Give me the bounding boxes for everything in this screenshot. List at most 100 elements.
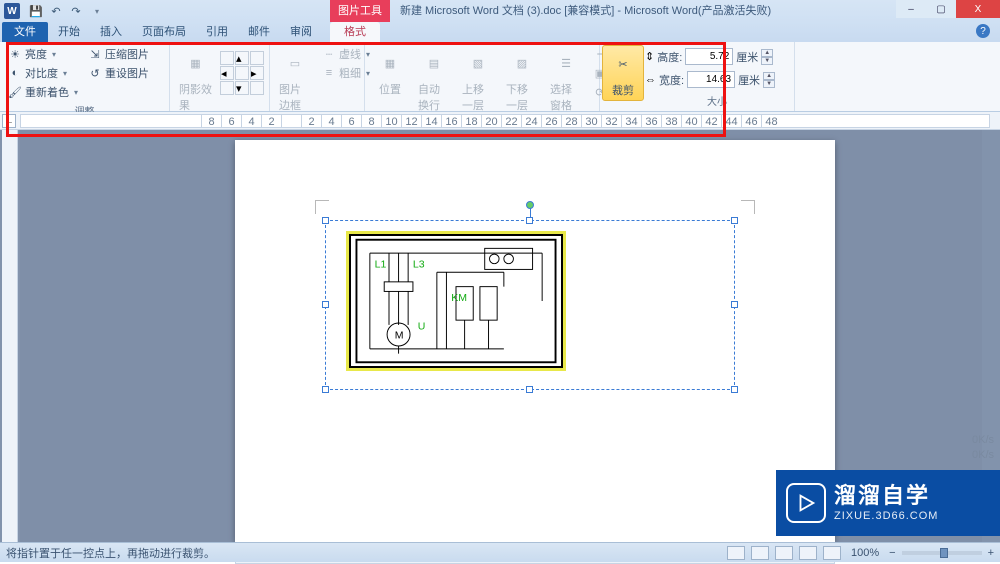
quick-access-toolbar: 💾 ↶ ↷	[24, 3, 108, 19]
ribbon-group-border: ▭ 图片边框 ┄虚线 ≡粗细 边框	[270, 42, 365, 111]
horizontal-ruler-bar: ∟ 86422468101214161820222426283032343638…	[0, 112, 1000, 130]
ruler-tick: 4	[321, 115, 341, 128]
watermark-logo-icon	[786, 483, 826, 523]
backward-icon: ▨	[506, 47, 538, 79]
resize-handle-b[interactable]	[526, 386, 533, 393]
ruler-tick: 2	[301, 115, 321, 128]
window-minimize-button[interactable]: –	[896, 0, 926, 18]
wrap-text-button[interactable]: ▤自动换行	[414, 45, 454, 115]
tab-review[interactable]: 审阅	[280, 22, 322, 42]
zoom-out-button[interactable]: −	[889, 547, 895, 559]
resize-handle-t[interactable]	[526, 217, 533, 224]
width-icon: ⇔	[645, 74, 656, 86]
position-icon: ▦	[374, 47, 406, 79]
rotate-handle[interactable]	[526, 201, 534, 209]
tab-stop-selector[interactable]: ∟	[2, 114, 16, 128]
crop-button[interactable]: ✂ 裁剪	[602, 45, 644, 101]
embedded-picture[interactable]: M L1L3 UKM	[346, 231, 566, 371]
send-backward-button[interactable]: ▨下移一层	[502, 45, 542, 115]
ruler-tick: 24	[521, 115, 541, 128]
wrap-label: 自动换行	[418, 81, 450, 113]
view-outline-button[interactable]	[799, 546, 817, 560]
qat-redo-button[interactable]: ↷	[68, 3, 84, 19]
picture-tools-contextual-tab: 图片工具	[330, 0, 390, 22]
compress-pictures-button[interactable]: ⇲压缩图片	[85, 45, 152, 63]
svg-text:KM: KM	[451, 292, 467, 304]
resize-handle-tl[interactable]	[322, 217, 329, 224]
horizontal-ruler[interactable]: 8642246810121416182022242628303234363840…	[20, 114, 990, 128]
selection-pane-button[interactable]: ☰选择窗格	[546, 45, 586, 115]
height-step-up[interactable]: ▲	[761, 49, 773, 57]
window-maximize-button[interactable]: ▢	[926, 0, 956, 18]
width-input[interactable]	[687, 71, 735, 88]
position-button[interactable]: ▦位置	[370, 45, 410, 99]
weight-label: 粗细	[339, 65, 361, 81]
ruler-tick: 28	[561, 115, 581, 128]
zoom-slider[interactable]	[902, 551, 982, 555]
ruler-tick: 22	[501, 115, 521, 128]
file-tab[interactable]: 文件	[2, 22, 48, 42]
net-up: 0K/s	[972, 433, 994, 447]
ruler-tick: 10	[381, 115, 401, 128]
zoom-percentage[interactable]: 100%	[847, 547, 883, 559]
view-full-screen-button[interactable]	[751, 546, 769, 560]
view-draft-button[interactable]	[823, 546, 841, 560]
tab-home[interactable]: 开始	[48, 22, 90, 42]
ruler-tick: 26	[541, 115, 561, 128]
bring-forward-button[interactable]: ▧上移一层	[458, 45, 498, 115]
ruler-tick: 40	[681, 115, 701, 128]
tab-insert[interactable]: 插入	[90, 22, 132, 42]
ribbon-group-shadow: ▦ 阴影效果 ▴ ◂▸ ▾ 阴影效果	[170, 42, 270, 111]
qat-customize-button[interactable]	[88, 3, 104, 19]
nudge-up-button[interactable]: ▴	[235, 51, 249, 65]
view-print-layout-button[interactable]	[727, 546, 745, 560]
width-step-down[interactable]: ▼	[763, 80, 775, 88]
height-input[interactable]	[685, 48, 733, 65]
ruler-tick: 20	[481, 115, 501, 128]
zoom-slider-thumb[interactable]	[940, 548, 948, 558]
qat-save-button[interactable]: 💾	[28, 3, 44, 19]
resize-handle-l[interactable]	[322, 301, 329, 308]
nudge-right-button[interactable]: ▸	[250, 66, 264, 80]
reset-picture-button[interactable]: ↺重设图片	[85, 64, 152, 82]
resize-handle-bl[interactable]	[322, 386, 329, 393]
selection-pane-label: 选择窗格	[550, 81, 582, 113]
net-down: 0K/s	[972, 448, 994, 462]
width-label: 宽度:	[659, 72, 684, 88]
vertical-ruler[interactable]	[2, 130, 18, 542]
tab-references[interactable]: 引用	[196, 22, 238, 42]
height-label: 高度:	[657, 49, 682, 65]
contrast-button[interactable]: ◐对比度	[5, 64, 81, 82]
ruler-tick: 8	[361, 115, 381, 128]
tab-page-layout[interactable]: 页面布局	[132, 22, 196, 42]
help-icon[interactable]: ?	[976, 24, 990, 38]
qat-undo-button[interactable]: ↶	[48, 3, 64, 19]
ruler-tick: 6	[341, 115, 361, 128]
nudge-down-button[interactable]: ▾	[235, 81, 249, 95]
recolor-button[interactable]: 🖌重新着色	[5, 83, 81, 101]
tab-format[interactable]: 格式	[330, 22, 380, 42]
view-web-layout-button[interactable]	[775, 546, 793, 560]
brightness-icon: ☀	[8, 47, 22, 61]
picture-selection-frame[interactable]: M L1L3 UKM	[325, 220, 735, 390]
resize-handle-br[interactable]	[731, 386, 738, 393]
picture-border-button[interactable]: ▭ 图片边框	[275, 45, 315, 115]
brightness-button[interactable]: ☀亮度	[5, 45, 81, 63]
reset-label: 重设图片	[105, 65, 149, 81]
width-step-up[interactable]: ▲	[763, 72, 775, 80]
window-close-button[interactable]: X	[956, 0, 1000, 18]
zoom-in-button[interactable]: +	[988, 547, 994, 559]
ribbon: ☀亮度 ◐对比度 🖌重新着色 ⇲压缩图片 ↺重设图片 调整 ▦ 阴影效果 ▴ ◂…	[0, 42, 1000, 112]
resize-handle-tr[interactable]	[731, 217, 738, 224]
nudge-left-button[interactable]: ◂	[220, 66, 234, 80]
status-message: 将指针置于任一控点上，再拖动进行裁剪。	[6, 545, 215, 561]
tab-mailings[interactable]: 邮件	[238, 22, 280, 42]
height-step-down[interactable]: ▼	[761, 57, 773, 65]
height-unit: 厘米	[736, 49, 758, 65]
ribbon-crop-wrapper: ✂ 裁剪	[600, 42, 640, 111]
ruler-tick: 32	[601, 115, 621, 128]
resize-handle-r[interactable]	[731, 301, 738, 308]
shadow-effects-button[interactable]: ▦ 阴影效果	[175, 45, 216, 115]
ribbon-group-size: ⇕ 高度: 厘米 ▲▼ ⇔ 宽度: 厘米 ▲▼ 大小	[640, 42, 795, 111]
title-bar: W 💾 ↶ ↷ 图片工具 新建 Microsoft Word 文档 (3).do…	[0, 0, 1000, 22]
